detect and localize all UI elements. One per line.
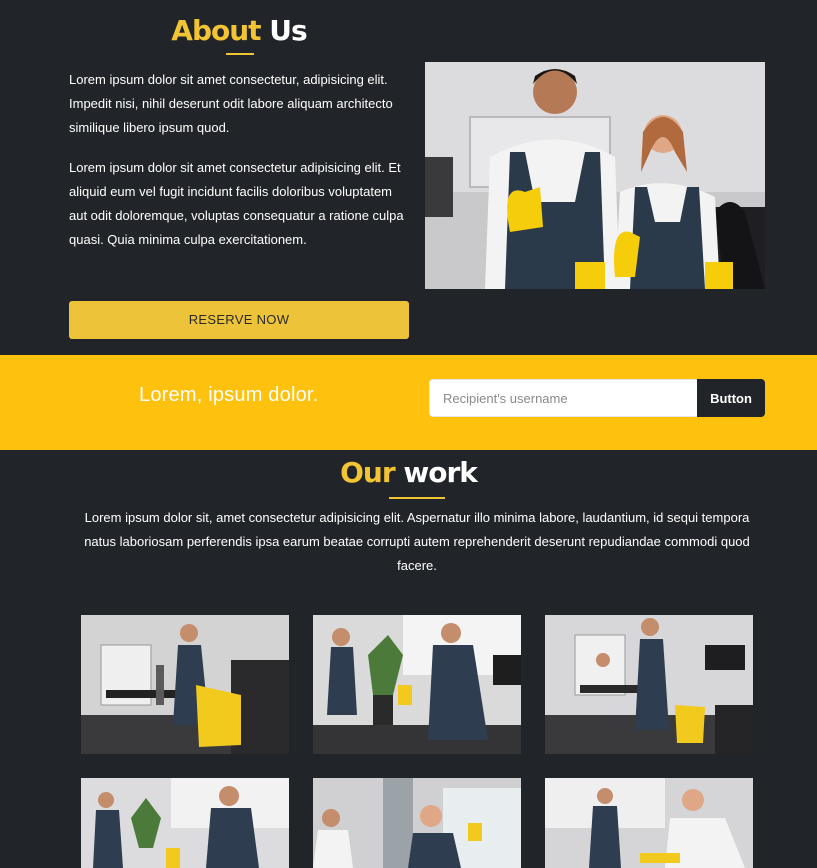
band-submit-button[interactable]: Button — [697, 379, 765, 417]
about-section: About Us Lorem ipsum dolor sit amet cons… — [0, 0, 817, 355]
work-description: Lorem ipsum dolor sit, amet consectetur … — [84, 510, 750, 573]
newsletter-band: Lorem, ipsum dolor. Button — [0, 355, 817, 450]
about-photo — [425, 62, 765, 289]
gallery-image-4 — [81, 778, 289, 868]
band-heading: Lorem, ipsum dolor. — [139, 384, 319, 406]
about-text: Lorem ipsum dolor sit amet consectetur, … — [69, 68, 411, 268]
about-title: About Us — [69, 14, 409, 47]
about-title-plain: Us — [260, 14, 307, 47]
work-title: Our work — [0, 456, 817, 489]
work-title-accent: Our — [340, 456, 396, 489]
reserve-now-button[interactable]: RESERVE NOW — [69, 301, 409, 339]
gallery-image-6 — [545, 778, 753, 868]
gallery-image-1 — [81, 615, 289, 754]
gallery-image-3 — [545, 615, 753, 754]
gallery-image-2 — [313, 615, 521, 754]
work-title-underline — [389, 497, 445, 499]
work-title-plain: work — [394, 456, 478, 489]
about-paragraph-2: Lorem ipsum dolor sit amet consectetur a… — [69, 160, 404, 247]
about-title-underline — [226, 53, 254, 55]
about-title-accent: About — [171, 14, 261, 47]
recipient-username-input[interactable] — [429, 379, 697, 417]
about-paragraph-1: Lorem ipsum dolor sit amet consectetur, … — [69, 72, 393, 135]
gallery-image-5 — [313, 778, 521, 868]
